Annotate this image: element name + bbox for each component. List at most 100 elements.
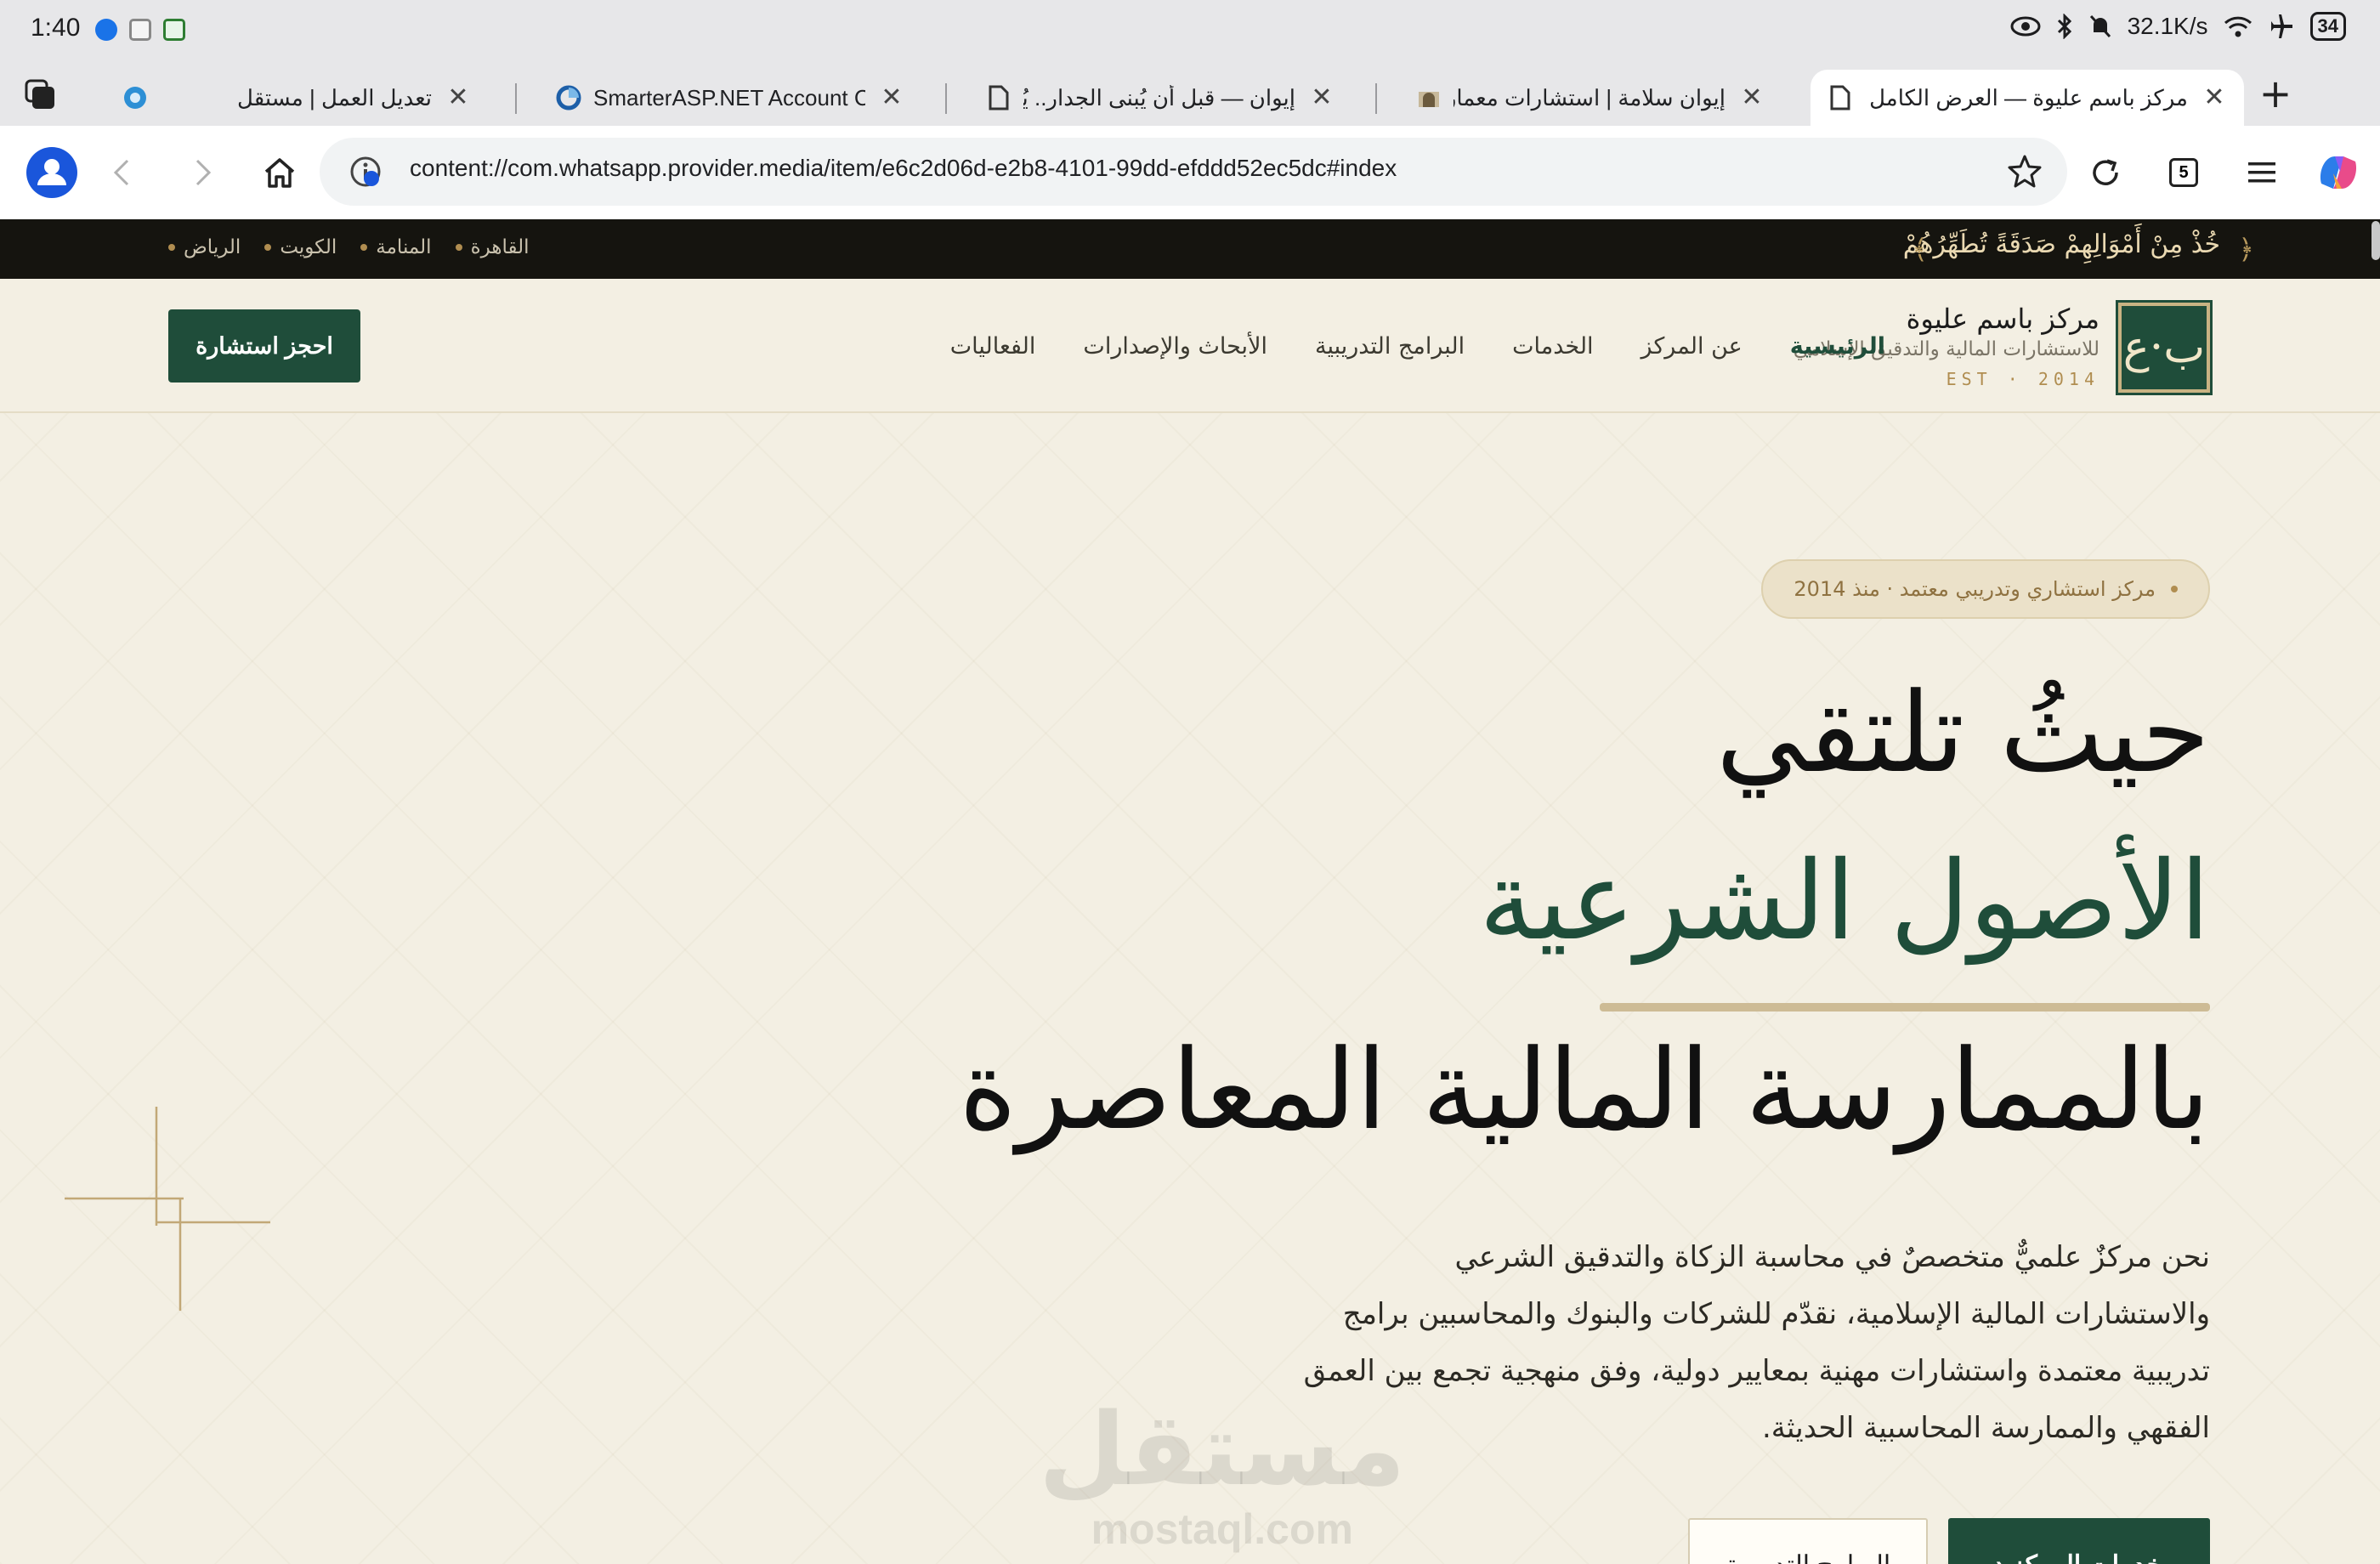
notification-mail-icon [129,19,151,41]
status-time: 1:40 [31,14,81,42]
back-button[interactable] [99,148,148,197]
tab-count-button[interactable]: 5 [2159,148,2208,197]
main-nav: الرئيسية عن المركز الخدمات البرامج التدر… [950,333,1885,360]
city-label: القاهرة [470,236,530,258]
city-list: القاهرة المنامة الكويت الرياض [168,236,530,258]
status-bar: 1:40 32.1K/s 34 [0,0,2380,61]
tab-title: إيوان سلامة | استشارات معمارية وهندسية [1454,84,1726,110]
tab-title: إيوان — قبل أن يُبنى الجدار.. يُبنى الرأ… [1023,84,1295,110]
nav-services[interactable]: الخدمات [1512,333,1593,360]
forward-button[interactable] [177,148,226,197]
nav-home[interactable]: الرئيسية [1790,333,1885,360]
mostaql-icon [122,85,148,110]
page-scrollbar[interactable] [2372,221,2380,260]
hero-title-line-3: بالممارسة المالية المعاصرة [959,1025,2210,1154]
watermark-latin: mostaql.com [1091,1505,1353,1553]
bookmark-star-icon[interactable] [2006,153,2043,190]
city-dot [455,244,462,251]
tab-divider [945,83,947,114]
nav-events[interactable]: الفعاليات [950,333,1036,360]
airplane-icon [2270,14,2292,38]
badge-text: مركز استشاري وتدريبي معتمد · منذ 2014 [1794,577,2156,601]
tab-title: مركز باسم عليوة — العرض الكامل [1869,84,2188,110]
badge-dot [2171,586,2178,592]
profile-avatar[interactable] [26,146,78,199]
home-icon [264,158,295,188]
nav-research[interactable]: الأبحاث والإصدارات [1083,333,1267,360]
site-logo[interactable]: ب·ع [2116,300,2213,395]
document-icon [986,85,1012,110]
tab-title: تعديل العمل | مستقل [237,84,432,110]
browser-tab-active[interactable]: مركز باسم عليوة — العرض الكامل ✕ [1810,70,2244,126]
browser-tab[interactable]: تعديل العمل | مستقل ✕ [105,70,488,126]
iwan-icon [1416,85,1442,110]
city-label: الكويت [280,236,337,258]
close-tab-icon[interactable]: ✕ [1739,85,1765,110]
training-programs-button[interactable]: البرامج التدريبية [1688,1518,1928,1564]
close-tab-icon[interactable]: ✕ [445,85,471,110]
site-top-bar: ﴿ خُذْ مِنْ أَمْوَالِهِمْ صَدَقَةً تُطَه… [0,219,2380,279]
close-tab-icon[interactable]: ✕ [2202,85,2227,110]
site-header: ب·ع مركز باسم عليوة للاستشارات المالية و… [0,279,2380,413]
city-item: القاهرة [455,236,530,258]
forward-arrow-icon [196,159,212,186]
city-label: المنامة [376,236,432,258]
tab-title: SmarterASP.NET Account Control Panel [593,84,865,110]
mostaql-watermark: مستقل mostaql.com [1039,1399,1406,1554]
reload-icon [2093,159,2118,185]
close-tab-icon[interactable]: ✕ [1309,85,1334,110]
net-speed: 32.1K/s [2127,13,2208,39]
document-icon [1828,85,1853,110]
smarterasp-icon [556,85,581,110]
verse-close-ornament: ﴾ [1912,233,1928,265]
wifi-icon [2224,16,2252,37]
title-underline [1600,1003,2210,1012]
city-label: الرياض [184,236,241,258]
browser-tab[interactable]: SmarterASP.NET Account Control Panel ✕ [539,70,921,126]
hamburger-menu-icon [2248,162,2275,183]
nav-training[interactable]: البرامج التدريبية [1315,333,1465,360]
address-bar[interactable]: content://com.whatsapp.provider.media/it… [320,138,2067,206]
browser-tab[interactable]: إيوان سلامة | استشارات معمارية وهندسية ✕ [1399,70,1782,126]
mute-icon [2089,14,2111,38]
hero-title-line-1: حيثُ تلتقي [1715,668,2210,797]
brand-name: مركز باسم عليوة [1906,303,2100,335]
hero-title-line-2: الأصول الشرعية [1478,838,2210,965]
browser-toolbar: content://com.whatsapp.provider.media/it… [0,126,2380,219]
copilot-icon [2320,156,2357,189]
notification-icons [95,19,185,41]
tab-divider [1375,83,1377,114]
book-consultation-button[interactable]: احجز استشارة [168,309,360,382]
city-dot [168,244,175,251]
bluetooth-icon [2057,14,2071,39]
tab-divider [515,83,517,114]
notification-android-icon [163,19,185,41]
hero-badge: مركز استشاري وتدريبي معتمد · منذ 2014 [1761,559,2210,619]
close-tab-icon[interactable]: ✕ [879,85,904,110]
browser-tab[interactable]: إيوان — قبل أن يُبنى الجدار.. يُبنى الرأ… [969,70,1352,126]
city-dot [264,244,272,251]
tab-strip: تعديل العمل | مستقل ✕ SmarterASP.NET Acc… [0,61,2380,126]
city-item: المنامة [360,236,432,258]
nav-about[interactable]: عن المركز [1641,333,1742,360]
reload-button[interactable] [2081,148,2130,197]
hero-description: نحن مركزٌ علميٌّ متخصصٌ في محاسبة الزكاة… [1303,1240,2210,1445]
city-item: الرياض [168,236,241,258]
new-tab-button[interactable]: + [2256,74,2295,116]
home-button[interactable] [255,148,304,197]
eye-icon [2010,16,2041,37]
menu-button[interactable] [2237,148,2286,197]
tab-switcher-icon[interactable] [24,78,58,112]
notification-app-icon [95,19,117,41]
profile-icon [26,147,77,198]
quran-verse: خُذْ مِنْ أَمْوَالِهِمْ صَدَقَةً تُطَهِّ… [1902,230,2220,259]
verse-open-ornament: ﴿ [2238,233,2254,265]
tab-count: 5 [2169,158,2198,187]
url-text[interactable]: content://com.whatsapp.provider.media/it… [410,155,1397,182]
status-right: 32.1K/s 34 [2010,12,2346,41]
copilot-button[interactable] [2314,148,2363,197]
site-info-icon[interactable] [348,155,382,189]
city-item: الكويت [264,236,337,258]
services-button[interactable]: خدمات المركز ‹ [1948,1518,2210,1564]
back-arrow-icon [113,159,129,186]
